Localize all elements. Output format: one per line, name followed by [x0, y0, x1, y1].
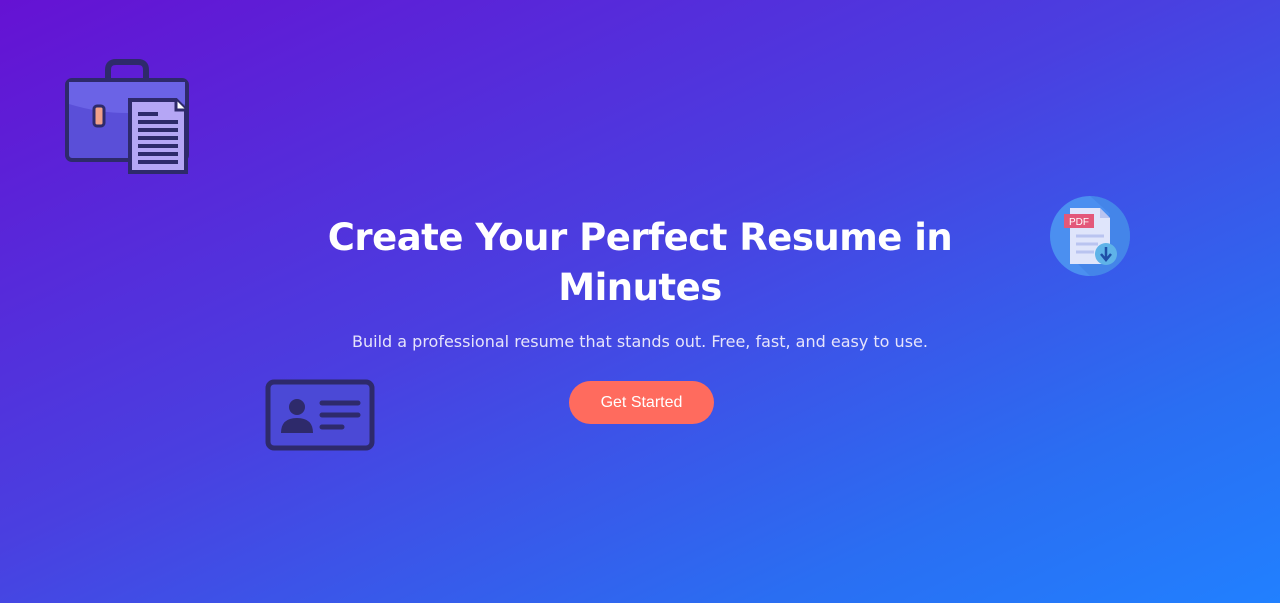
hero-title: Create Your Perfect Resume in Minutes — [327, 216, 953, 309]
hero-section: PDF Create Your Perfect Resume in Minute… — [0, 0, 1280, 603]
pdf-download-icon: PDF — [1050, 196, 1130, 276]
pdf-label: PDF — [1069, 217, 1089, 228]
id-card-icon — [265, 379, 375, 451]
hero-subtitle: Build a professional resume that stands … — [352, 332, 928, 351]
get-started-button[interactable]: Get Started — [569, 381, 714, 424]
briefcase-document-icon — [65, 59, 189, 174]
